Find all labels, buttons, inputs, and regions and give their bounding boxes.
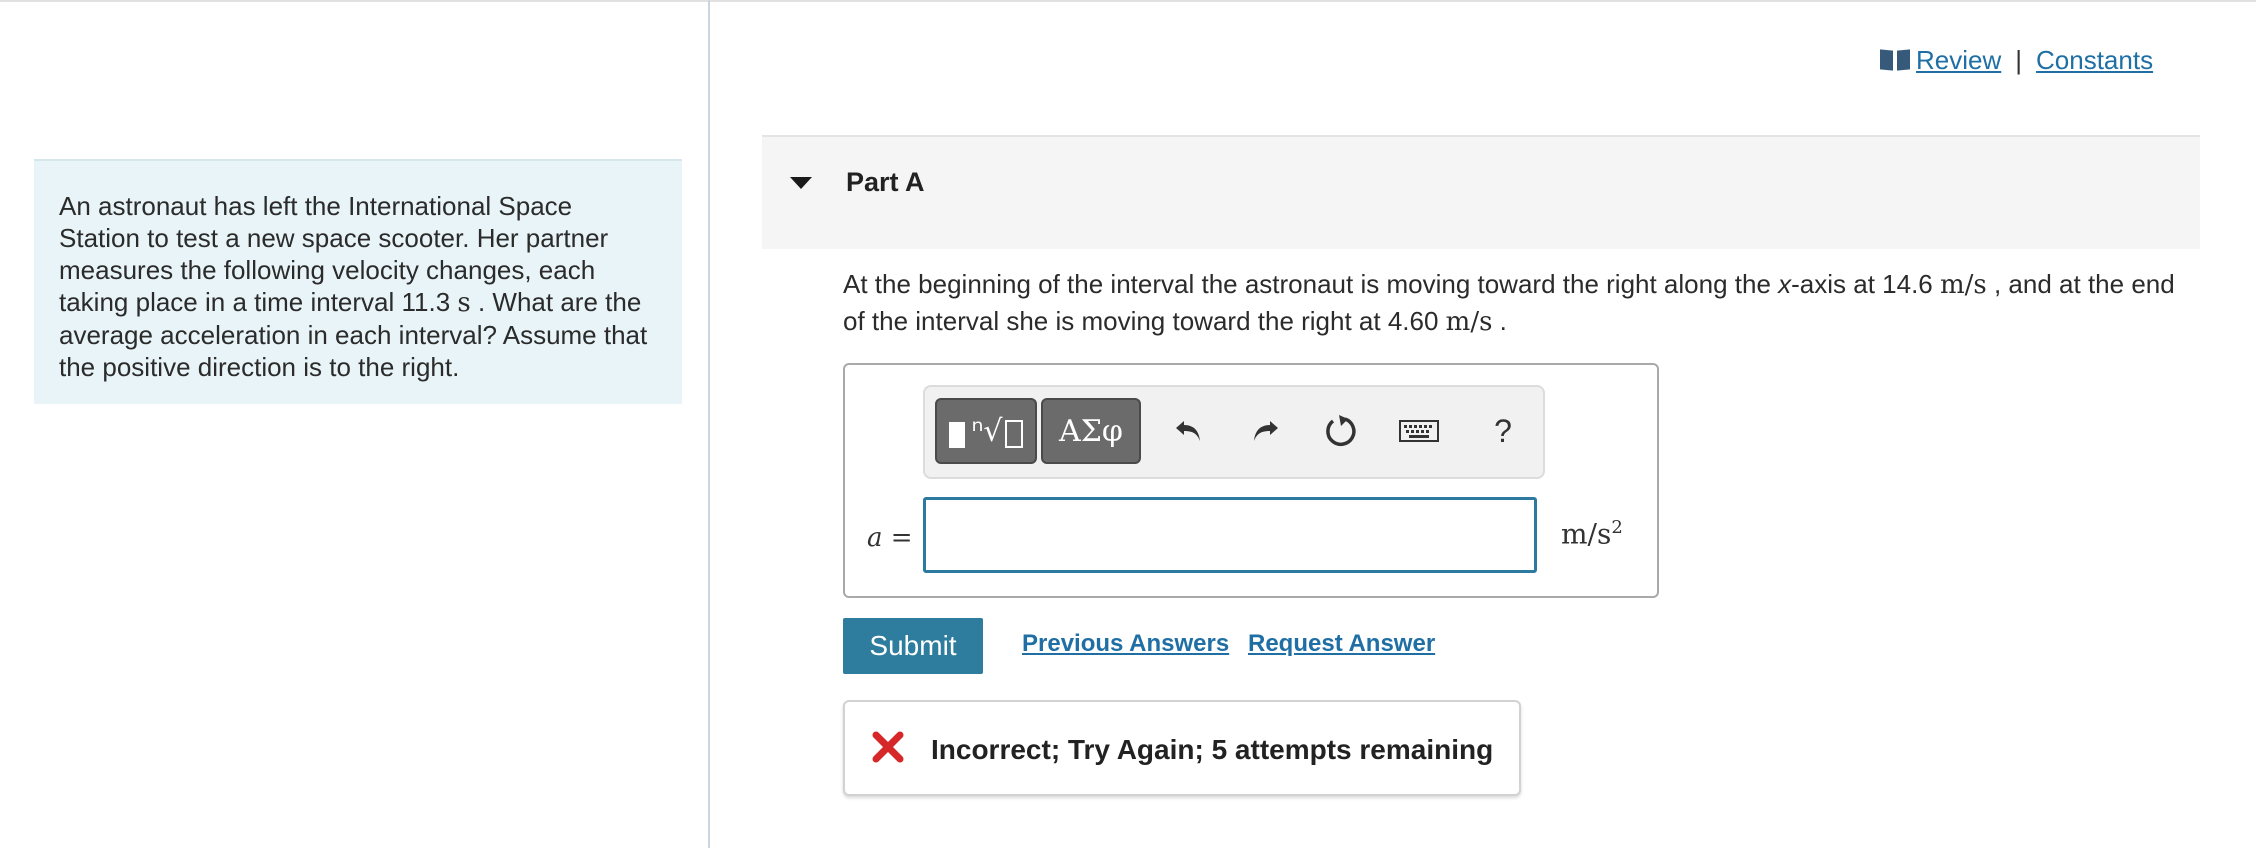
velocity-unit: m/s [1940, 270, 1987, 300]
radical-icon: ⁿ√ [971, 413, 1003, 449]
question-part: -axis at 14.6 [1791, 269, 1940, 299]
question-part: . [1492, 306, 1507, 336]
intro-line: taking place in a time interval 11.3 s .… [59, 286, 657, 319]
unit-exponent: 2 [1611, 517, 1623, 538]
header-links: Review | Constants [1880, 42, 2153, 78]
answer-unit: m/s2 [1561, 517, 1623, 550]
constants-link[interactable]: Constants [2036, 45, 2153, 76]
undo-icon[interactable] [1167, 409, 1211, 453]
request-answer-link[interactable]: Request Answer [1248, 630, 1435, 658]
intro-text: . What are the [470, 287, 642, 317]
intro-text: taking place in a time interval 11.3 [59, 287, 458, 317]
feedback-message: Incorrect; Try Again; 5 attempts remaini… [931, 734, 1494, 765]
part-a-header[interactable]: Part A [762, 135, 2200, 249]
variable-symbol: a [867, 523, 883, 553]
math-toolbar: ⁿ√ ΑΣφ ? [923, 385, 1545, 479]
keyboard-icon[interactable] [1395, 409, 1443, 453]
book-icon [1880, 50, 1910, 70]
problem-intro: An astronaut has left the International … [34, 159, 682, 404]
intro-line: average acceleration in each interval? A… [59, 320, 648, 350]
time-unit: s [457, 288, 471, 318]
question-text: At the beginning of the interval the ast… [843, 266, 2203, 340]
panel-divider [708, 0, 710, 848]
templates-button[interactable]: ⁿ√ [935, 398, 1037, 464]
unit-base: m/s [1561, 517, 1612, 551]
velocity-unit: m/s [1445, 307, 1493, 337]
review-link[interactable]: Review [1916, 45, 2001, 76]
intro-line: the positive direction is to the right. [59, 352, 460, 382]
answer-input[interactable] [923, 497, 1537, 573]
intro-line: An astronaut has left the International … [59, 191, 573, 221]
collapse-caret-icon[interactable] [790, 177, 812, 189]
equals-sign: = [882, 523, 913, 553]
answer-box: ⁿ√ ΑΣφ ? a = m/s2 [843, 363, 1659, 598]
submit-button[interactable]: Submit [843, 618, 983, 674]
box-icon [1004, 420, 1023, 448]
variable-label: a = [867, 523, 913, 553]
feedback-box: Incorrect; Try Again; 5 attempts remaini… [843, 700, 1521, 796]
axis-variable: x [1778, 269, 1792, 299]
incorrect-x-icon [872, 731, 904, 763]
redo-icon[interactable] [1243, 409, 1287, 453]
intro-line: measures the following velocity changes,… [59, 255, 596, 285]
reset-icon[interactable] [1319, 409, 1363, 453]
intro-line: Station to test a new space scooter. Her… [59, 223, 609, 253]
top-border [0, 0, 2256, 2]
link-separator: | [2015, 44, 2023, 75]
greek-symbols-button[interactable]: ΑΣφ [1041, 398, 1141, 464]
question-part: At the beginning of the interval the ast… [843, 269, 1779, 299]
help-button[interactable]: ? [1481, 409, 1525, 453]
part-title: Part A [846, 167, 925, 197]
previous-answers-link[interactable]: Previous Answers [1022, 630, 1229, 658]
block-icon [949, 422, 966, 448]
